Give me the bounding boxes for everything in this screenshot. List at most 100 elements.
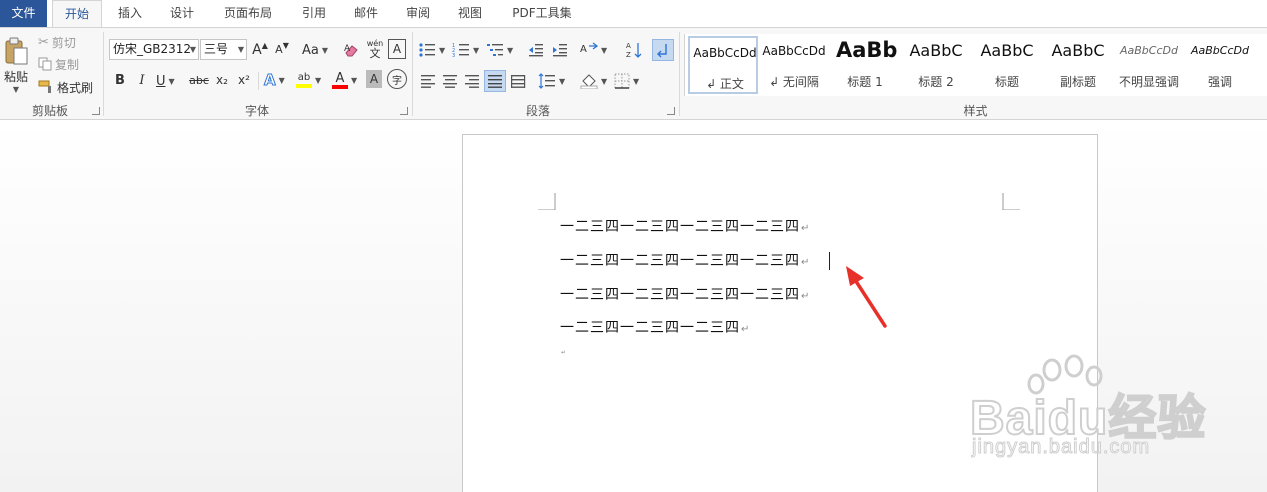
paragraph-group-label: 段落 bbox=[525, 104, 550, 118]
text-effects-button[interactable]: A ▼ bbox=[264, 70, 285, 90]
tab-home[interactable]: 开始 bbox=[52, 0, 102, 28]
copy-label: 复制 bbox=[55, 57, 80, 72]
align-right-icon bbox=[465, 75, 479, 88]
document-line-text: 一二三四一二三四一二三四 bbox=[560, 320, 740, 336]
decrease-indent-button[interactable] bbox=[526, 40, 546, 60]
style-preview: AaBbCcDd bbox=[1191, 44, 1249, 57]
paste-button[interactable]: 粘贴 ▼ bbox=[0, 32, 32, 98]
text-cursor bbox=[829, 252, 830, 270]
style-preview: AaBbCcDd bbox=[1120, 44, 1178, 57]
style-preview: AaBbCcDd bbox=[693, 46, 757, 60]
eraser-icon: A bbox=[344, 44, 358, 56]
style-no-spacing[interactable]: AaBbCcDd ↲ 无间隔 bbox=[759, 36, 829, 94]
multilevel-list-button[interactable]: ▼ bbox=[486, 40, 513, 60]
document-line-text: 一二三四一二三四一二三四一二三四 bbox=[560, 287, 800, 303]
font-name-dropdown-arrow[interactable]: ▼ bbox=[190, 40, 196, 59]
underline-button[interactable]: U ▼ bbox=[156, 71, 175, 91]
paint-bucket-icon bbox=[580, 74, 598, 89]
tab-review[interactable]: 审阅 bbox=[396, 0, 440, 27]
tab-page-layout[interactable]: 页面布局 bbox=[216, 0, 280, 27]
style-heading-2[interactable]: AaBbC 标题 2 bbox=[901, 36, 971, 94]
styles-group-label: 样式 bbox=[963, 104, 988, 118]
align-left-button[interactable] bbox=[418, 71, 438, 91]
format-painter-button[interactable]: 格式刷 bbox=[38, 78, 93, 96]
style-subtle-emphasis[interactable]: AaBbCcDd 不明显强调 bbox=[1114, 36, 1184, 94]
character-border-button[interactable]: A bbox=[388, 39, 406, 59]
chinese-layout-button[interactable]: A ▼ bbox=[580, 40, 607, 60]
change-case-button[interactable]: Aa ▼ bbox=[302, 41, 328, 59]
numbering-button[interactable]: 123 ▼ bbox=[452, 40, 479, 60]
tab-file[interactable]: 文件 bbox=[0, 0, 47, 27]
tab-mailings[interactable]: 邮件 bbox=[344, 0, 388, 27]
tab-design[interactable]: 设计 bbox=[160, 0, 204, 27]
strikethrough-button[interactable]: abc bbox=[188, 70, 210, 90]
align-left-icon bbox=[421, 75, 435, 88]
style-normal[interactable]: AaBbCcDd ↲ 正文 bbox=[688, 36, 758, 94]
increase-indent-button[interactable] bbox=[550, 40, 570, 60]
paste-label: 粘贴 bbox=[3, 70, 28, 84]
paragraph-mark: ↵ bbox=[561, 349, 568, 356]
character-border-icon: A bbox=[392, 42, 402, 56]
shrink-font-button[interactable]: A ▼ bbox=[272, 39, 292, 60]
document-line[interactable]: 一二三四一二三四一二三四一二三四↵ bbox=[560, 284, 810, 306]
subscript-icon: x₂ bbox=[216, 73, 228, 87]
paste-dropdown-arrow[interactable]: ▼ bbox=[13, 85, 19, 94]
style-name: 强调 bbox=[1207, 75, 1232, 89]
tab-insert[interactable]: 插入 bbox=[108, 0, 152, 27]
line-spacing-icon bbox=[538, 73, 555, 89]
distributed-button[interactable] bbox=[508, 71, 528, 91]
align-right-button[interactable] bbox=[462, 71, 482, 91]
line-spacing-button[interactable]: ▼ bbox=[538, 71, 565, 91]
show-paragraph-marks-button[interactable] bbox=[652, 39, 674, 61]
font-size-dropdown-arrow[interactable]: ▼ bbox=[238, 40, 244, 59]
clear-formatting-button[interactable]: A bbox=[342, 39, 362, 60]
font-color-icon: A bbox=[332, 72, 348, 89]
style-subtitle[interactable]: AaBbC 副标题 bbox=[1043, 36, 1113, 94]
tab-pdf-tools[interactable]: PDF工具集 bbox=[504, 0, 580, 27]
clipboard-dialog-launcher[interactable] bbox=[92, 107, 100, 115]
font-dialog-launcher[interactable] bbox=[400, 107, 408, 115]
sort-button[interactable]: AZ bbox=[624, 39, 644, 61]
bold-button[interactable]: B bbox=[111, 70, 129, 90]
ribbon: 粘贴 ▼ ✂ 剪切 复制 格式刷 剪贴板 仿宋_GB2312 ▼ 三号 ▼ A ▲… bbox=[0, 27, 1267, 120]
style-heading-1[interactable]: AaBb 标题 1 bbox=[830, 36, 900, 94]
cut-label: 剪切 bbox=[51, 35, 76, 50]
copy-button[interactable]: 复制 bbox=[38, 55, 79, 73]
subscript-button[interactable]: x₂ bbox=[212, 70, 232, 90]
text-highlight-button[interactable]: ab ▼ bbox=[296, 70, 321, 90]
document-line[interactable]: 一二三四一二三四一二三四一二三四↵ bbox=[560, 216, 810, 238]
cut-button[interactable]: ✂ 剪切 bbox=[38, 33, 76, 51]
document-line-empty[interactable]: ↵ bbox=[560, 342, 567, 364]
justify-button[interactable] bbox=[484, 70, 506, 92]
tab-view[interactable]: 视图 bbox=[448, 0, 492, 27]
italic-button[interactable]: I bbox=[133, 70, 151, 90]
grow-font-button[interactable]: A ▲ bbox=[250, 39, 270, 60]
shading-button[interactable]: ▼ bbox=[580, 71, 607, 91]
font-size-combo[interactable]: 三号 ▼ bbox=[200, 39, 247, 60]
increase-indent-icon bbox=[553, 44, 567, 57]
tab-references[interactable]: 引用 bbox=[292, 0, 336, 27]
font-size-value: 三号 bbox=[204, 42, 229, 56]
baidu-watermark: Baidu经验 jingyan.baidu.com bbox=[969, 350, 1260, 470]
style-title[interactable]: AaBbC 标题 bbox=[972, 36, 1042, 94]
paragraph-dialog-launcher[interactable] bbox=[667, 107, 675, 115]
style-name: 标题 2 bbox=[918, 75, 954, 89]
superscript-button[interactable]: x² bbox=[234, 70, 254, 90]
phonetic-guide-button[interactable]: wén 文 bbox=[365, 37, 385, 61]
align-center-button[interactable] bbox=[440, 71, 460, 91]
document-line[interactable]: 一二三四一二三四一二三四一二三四↵ bbox=[560, 250, 810, 272]
style-name: 标题 bbox=[994, 75, 1019, 89]
borders-button[interactable]: ▼ bbox=[614, 71, 639, 91]
sort-icon: AZ bbox=[626, 42, 642, 59]
underline-icon: U bbox=[156, 73, 166, 89]
enclose-characters-button[interactable]: 字 bbox=[387, 69, 407, 89]
character-shading-button[interactable]: A bbox=[366, 70, 382, 88]
style-emphasis[interactable]: AaBbCcDd 强调 bbox=[1185, 36, 1255, 94]
font-color-button[interactable]: A ▼ bbox=[332, 70, 357, 90]
document-line[interactable]: 一二三四一二三四一二三四↵ bbox=[560, 317, 750, 339]
justify-icon bbox=[488, 75, 502, 88]
copy-icon bbox=[38, 57, 52, 71]
bullets-button[interactable]: ▼ bbox=[418, 40, 445, 60]
svg-text:A: A bbox=[626, 42, 631, 50]
font-name-combo[interactable]: 仿宋_GB2312 ▼ bbox=[109, 39, 199, 60]
